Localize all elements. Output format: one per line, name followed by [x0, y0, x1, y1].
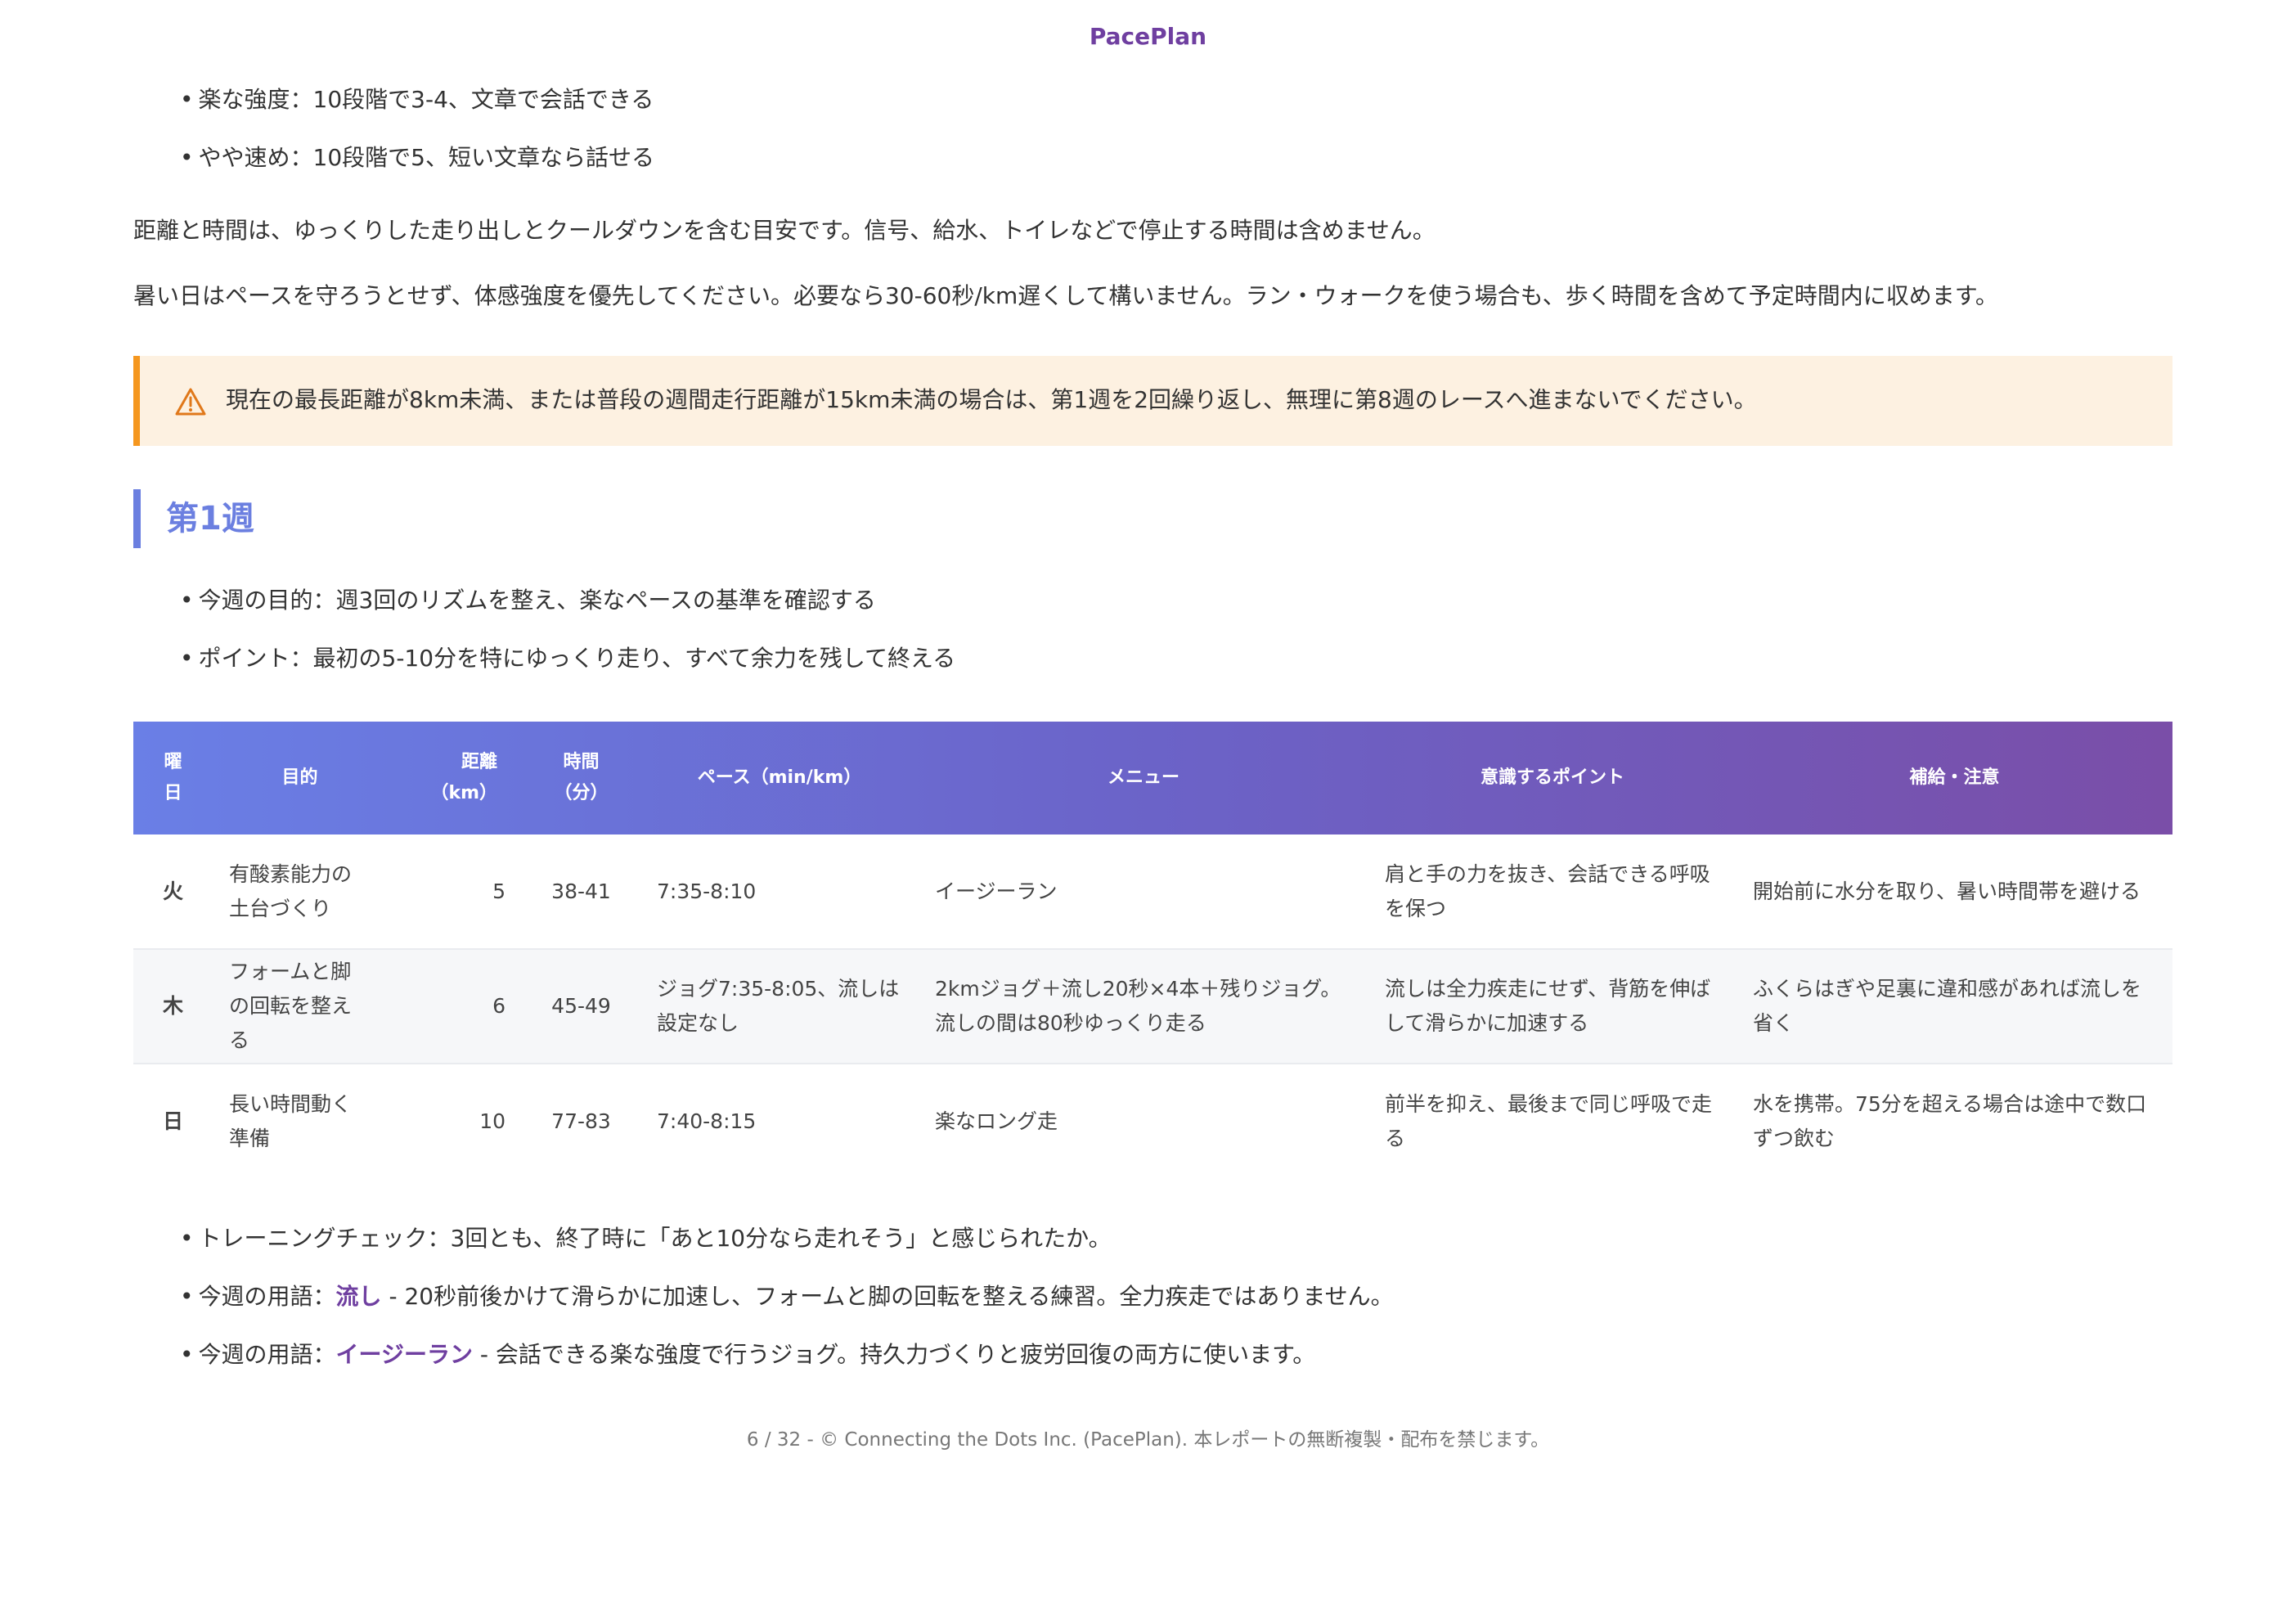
table-row: 木 フォームと脚の回転を整える 6 45-49 ジョグ7:35-8:05、流しは… — [133, 949, 2172, 1064]
week-title: 第1週 — [166, 500, 254, 538]
cell-pace: 7:35-8:10 — [657, 879, 757, 903]
cell-pace: ジョグ7:35-8:05、流しは設定なし — [657, 977, 900, 1035]
cell-pace: 7:40-8:15 — [657, 1109, 757, 1133]
page-footer: 6 / 32 - © Connecting the Dots Inc. (Pac… — [746, 1429, 1550, 1451]
cell-menu: 楽なロング走 — [935, 1109, 1058, 1133]
check-item: • トレーニングチェック：3回とも、終了時に「あと10分なら走れそう」と感じられた… — [180, 1225, 1112, 1252]
cell-focus: 肩と手の力を抜き、会話できる呼吸を保つ — [1385, 861, 1710, 920]
cell-menu: 2kmジョグ＋流し20秒×4本＋残りジョグ。流しの間は80秒ゆっくり走る — [935, 977, 1341, 1035]
note-paragraph: 暑い日はペースを守ろうとせず、体感強度を優先してください。必要なら30-60秒/… — [133, 282, 1998, 309]
term-item: • 今週の用語：イージーラン - 会話できる楽な強度で行うジョグ。持久力づくりと疲… — [180, 1341, 1316, 1368]
col-header-care: 補給・注意 — [1909, 767, 2000, 788]
col-header-time: 時間 （分） — [554, 752, 609, 803]
intensity-item: • やや速め：10段階で5、短い文章なら話せる — [180, 144, 654, 171]
cell-purpose: 有酸素能力の土台づくり — [229, 861, 353, 920]
cell-day: 火 — [162, 879, 183, 903]
col-header-day: 曜日 — [164, 752, 182, 803]
term-item: • 今週の用語：流し - 20秒前後かけて滑らかに加速し、フォームと脚の回転を整え… — [180, 1283, 1394, 1310]
term-word: 流し — [335, 1283, 382, 1310]
training-table: 曜日 目的 距離 （km） 時間 （分） ペース（min/km） メニュー 意識する… — [133, 722, 2172, 1178]
week-goal-item: • 今週の目的：週3回のリズムを整え、楽なペースの基準を確認する — [180, 587, 876, 614]
col-header-distance: 距離 （km） — [430, 752, 497, 803]
table-header-row: 曜日 目的 距離 （km） 時間 （分） ペース（min/km） メニュー 意識する… — [133, 722, 2172, 834]
cell-distance: 5 — [492, 879, 505, 903]
table-row: 火 有酸素能力の土台づくり 5 38-41 7:35-8:10 イージーラン 肩… — [133, 834, 2172, 949]
term-word: イージーラン — [335, 1341, 473, 1368]
cell-care: 開始前に水分を取り、暑い時間帯を避ける — [1753, 879, 2141, 903]
cell-time: 45-49 — [551, 994, 611, 1018]
report-page: PacePlan • 楽な強度：10段階で3-4、文章で会話できる • やや速め：1… — [0, 0, 2296, 1624]
warning-triangle-icon — [175, 388, 206, 416]
cell-distance: 6 — [492, 994, 505, 1018]
cell-menu: イージーラン — [935, 879, 1058, 903]
brand-title: PacePlan — [1089, 23, 1207, 50]
cell-day: 日 — [162, 1109, 183, 1133]
cell-distance: 10 — [479, 1109, 505, 1133]
cell-purpose: フォームと脚の回転を整える — [229, 960, 353, 1052]
cell-time: 38-41 — [551, 879, 611, 903]
col-header-focus: 意識するポイント — [1480, 767, 1624, 788]
col-header-purpose: 目的 — [281, 767, 318, 788]
cell-focus: 流しは全力疾走にせず、背筋を伸ばして滑らかに加速する — [1385, 977, 1711, 1035]
warning-text: 現在の最長距離が8km未満、または普段の週間走行距離が15km未満の場合は、第1… — [226, 386, 1757, 413]
col-header-menu: メニュー — [1107, 767, 1179, 788]
week-heading-bar — [133, 489, 141, 548]
cell-time: 77-83 — [551, 1109, 611, 1133]
cell-purpose: 長い時間動く準備 — [229, 1091, 353, 1150]
table-row: 日 長い時間動く準備 10 77-83 7:40-8:15 楽なロング走 前半を… — [133, 1064, 2172, 1178]
cell-care: 水を携帯。75分を超える場合は途中で数口ずつ飲む — [1753, 1091, 2147, 1150]
cell-day: 木 — [162, 994, 183, 1018]
cell-focus: 前半を抑え、最後まで同じ呼吸で走る — [1385, 1091, 1713, 1150]
cell-care: ふくらはぎや足裏に違和感があれば流しを省く — [1753, 977, 2142, 1035]
warning-callout: 現在の最長距離が8km未満、または普段の週間走行距離が15km未満の場合は、第1… — [133, 356, 2172, 446]
note-paragraph: 距離と時間は、ゆっくりした走り出しとクールダウンを含む目安です。信号、給水、トイ… — [133, 217, 1436, 244]
intensity-item: • 楽な強度：10段階で3-4、文章で会話できる — [180, 86, 654, 113]
col-header-pace: ペース（min/km） — [697, 767, 862, 788]
week-goal-item: • ポイント：最初の5-10分を特にゆっくり走り、すべて余力を残して終える — [180, 645, 956, 672]
